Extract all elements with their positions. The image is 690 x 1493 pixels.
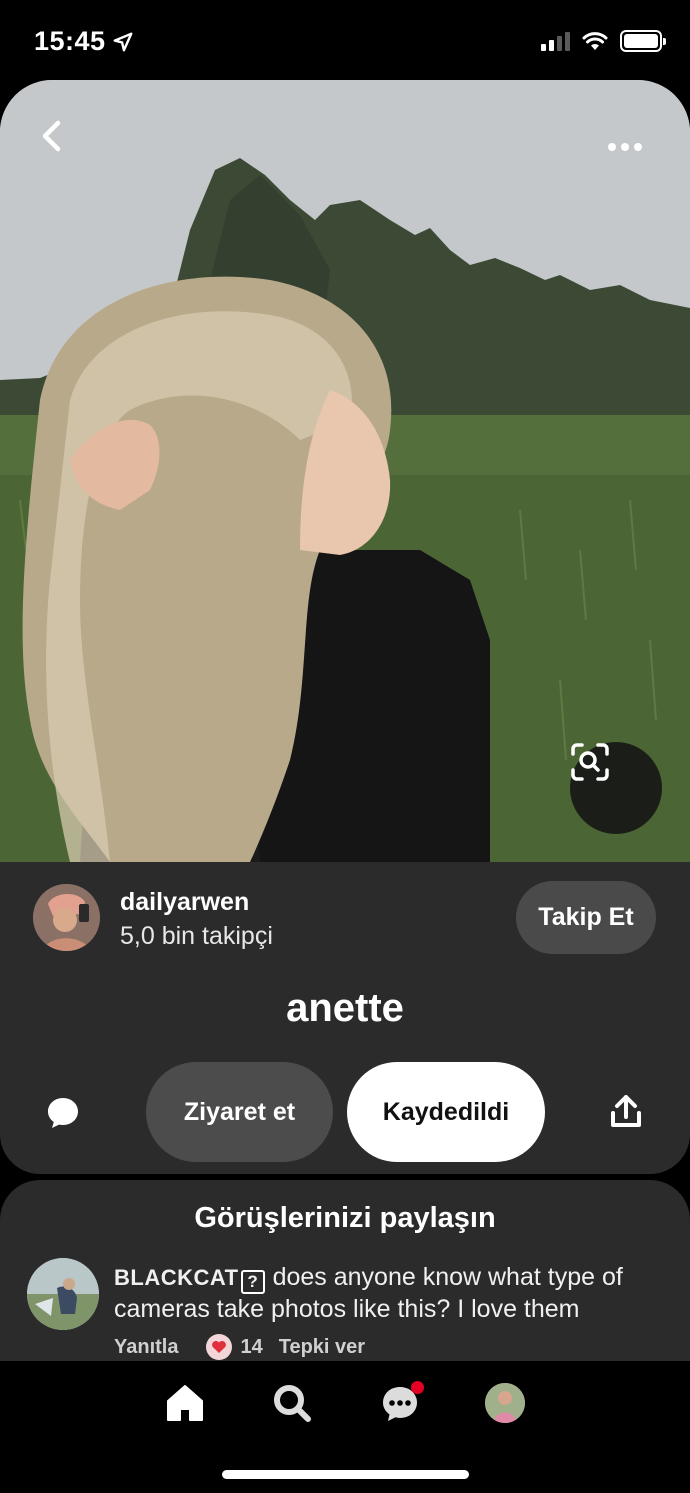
status-time-group: 15:45 <box>34 26 134 57</box>
pin-title: anette <box>286 986 404 1030</box>
wifi-icon <box>582 32 608 50</box>
nav-messages[interactable] <box>376 1379 424 1427</box>
more-options-button[interactable] <box>600 132 650 162</box>
home-indicator <box>222 1470 469 1479</box>
author-avatar[interactable] <box>33 884 100 951</box>
status-time: 15:45 <box>34 26 106 56</box>
nav-profile[interactable] <box>485 1383 525 1423</box>
heart-reaction-icon <box>206 1334 233 1360</box>
reaction-count: 14 <box>240 1335 263 1358</box>
profile-avatar <box>485 1383 525 1423</box>
more-dots-icon <box>608 143 616 151</box>
commenter-avatar-image <box>27 1258 99 1330</box>
visit-button[interactable]: Ziyaret et <box>146 1062 333 1162</box>
follow-button[interactable]: Takip Et <box>516 881 656 954</box>
status-indicators <box>541 30 666 52</box>
notification-dot <box>411 1381 424 1394</box>
nav-search[interactable] <box>268 1379 316 1427</box>
comment-username[interactable]: BLACKCAT <box>114 1265 239 1290</box>
search-icon <box>274 1385 311 1422</box>
reply-button[interactable]: Yanıtla <box>114 1336 178 1359</box>
comment-body: BLACKCAT? does anyone know what type of c… <box>114 1262 674 1325</box>
nav-home[interactable] <box>161 1379 209 1427</box>
cellular-signal-icon <box>541 31 570 51</box>
comment-button[interactable] <box>40 1090 86 1136</box>
author-name[interactable]: dailyarwen <box>120 888 249 917</box>
share-button[interactable] <box>608 1092 644 1132</box>
comment-actions: Yanıtla 14 Tepki ver <box>114 1334 365 1360</box>
comments-heading: Görüşlerinizi paylaşın <box>194 1202 496 1234</box>
react-button[interactable]: Tepki ver <box>279 1336 365 1359</box>
comment-user-badge: ? <box>240 1270 265 1294</box>
commenter-avatar[interactable] <box>27 1258 99 1330</box>
status-bar: 15:45 <box>0 0 690 80</box>
share-icon <box>611 1095 641 1127</box>
comment-bubble-icon <box>48 1098 78 1128</box>
author-avatar-image <box>33 884 100 951</box>
chevron-left-icon <box>42 120 61 152</box>
home-icon <box>167 1385 203 1421</box>
battery-icon <box>620 30 666 52</box>
back-button[interactable] <box>40 120 80 160</box>
visual-search-icon <box>571 743 609 781</box>
author-followers: 5,0 bin takipçi <box>120 922 273 950</box>
pin-image[interactable] <box>0 80 690 862</box>
saved-button[interactable]: Kaydedildi <box>347 1062 545 1162</box>
visual-search-button[interactable] <box>570 742 662 834</box>
comments-section: Görüşlerinizi paylaşın BLACKCAT? does any… <box>0 1180 690 1361</box>
location-arrow-icon <box>113 32 133 51</box>
pin-info-card: dailyarwen 5,0 bin takipçi Takip Et anet… <box>0 862 690 1174</box>
